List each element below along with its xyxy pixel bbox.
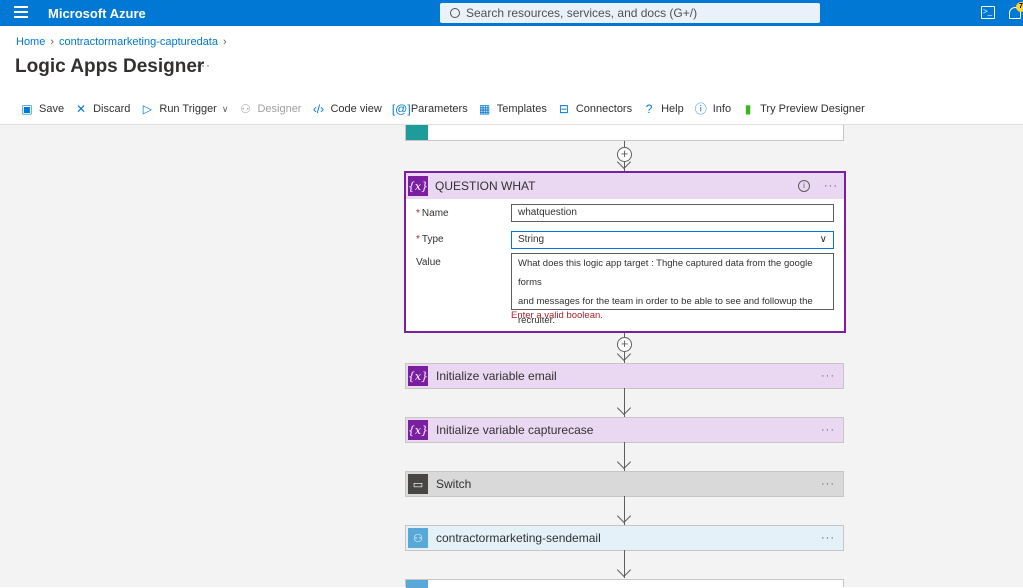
designer-icon: ⚇ [240, 102, 251, 116]
more-options-button[interactable]: ··· [821, 370, 835, 382]
save-button[interactable]: ▣ Save [20, 102, 64, 116]
info-icon[interactable]: i [798, 180, 810, 192]
try-preview-label: Try Preview Designer [760, 103, 865, 115]
discard-button[interactable]: ✕ Discard [74, 102, 130, 116]
templates-icon: ▦ [479, 102, 491, 116]
initialize-variable-email-card[interactable]: {x} Initialize variable email ··· [405, 363, 844, 389]
breadcrumb-resource[interactable]: contractormarketing-capturedata [59, 36, 218, 48]
breadcrumb-home[interactable]: Home [16, 36, 45, 48]
cloud-shell-icon[interactable]: >_ [981, 6, 995, 19]
variable-icon: {x} [408, 176, 428, 196]
action-title: contractormarketing-sendemail [436, 531, 601, 545]
name-field[interactable]: whatquestion [511, 204, 834, 222]
parameters-icon: [@] [391, 102, 411, 116]
search-icon [450, 8, 460, 18]
variable-icon: {x} [408, 420, 428, 440]
designer-button[interactable]: ⚇ Designer [238, 102, 301, 116]
notification-count-badge: 7 [1016, 2, 1023, 12]
info-icon: ⓘ [694, 102, 707, 116]
type-select[interactable]: String ∨ [511, 231, 834, 249]
validation-error: Enter a valid boolean. [511, 310, 603, 321]
page-title: Logic Apps Designer [15, 56, 205, 77]
azure-brand[interactable]: Microsoft Azure [48, 6, 146, 21]
run-trigger-button[interactable]: ▷ Run Trigger ∨ [140, 102, 229, 116]
breadcrumb-separator-icon: › [50, 36, 55, 48]
close-icon: ✕ [76, 102, 87, 116]
breadcrumb-separator-icon: › [222, 36, 227, 48]
azure-top-bar: Microsoft Azure Search resources, servic… [0, 0, 1023, 26]
templates-label: Templates [496, 103, 547, 115]
connectors-button[interactable]: ⊟ Connectors [557, 102, 632, 116]
search-placeholder: Search resources, services, and docs (G+… [466, 6, 698, 20]
logic-app-icon: ⚇ [408, 528, 428, 548]
help-label: Help [661, 103, 684, 115]
parameters-label: Parameters [410, 103, 468, 115]
name-label: * Name [416, 208, 449, 219]
designer-label: Designer [257, 103, 302, 115]
previous-action-icon [406, 125, 428, 140]
code-icon: ‹/› [312, 102, 325, 116]
hamburger-menu-icon[interactable] [14, 6, 28, 20]
breadcrumb: Home › contractormarketing-capturedata › [16, 36, 232, 48]
help-icon: ? [645, 102, 653, 116]
run-trigger-label: Run Trigger [159, 103, 217, 115]
code-view-button[interactable]: ‹/› Code view [311, 102, 382, 116]
connectors-icon: ⊟ [558, 102, 569, 116]
value-field[interactable]: What does this logic app target : Thghe … [511, 253, 834, 326]
info-label: Info [712, 103, 732, 115]
chevron-down-icon: ∨ [819, 234, 827, 245]
save-icon: ▣ [21, 102, 33, 116]
templates-button[interactable]: ▦ Templates [478, 102, 547, 116]
more-options-button[interactable]: ··· [821, 478, 835, 490]
play-icon: ▷ [142, 102, 152, 116]
save-label: Save [39, 103, 65, 115]
type-value: String [518, 234, 545, 245]
more-options-button[interactable]: ··· [821, 532, 835, 544]
designer-toolbar: ▣ Save ✕ Discard ▷ Run Trigger ∨ ⚇ Designer ‹… [20, 100, 875, 118]
initialize-variable-capturecase-card[interactable]: {x} Initialize variable capturecase ··· [405, 417, 844, 443]
info-button[interactable]: ⓘ Info [694, 102, 731, 116]
code-view-label: Code view [330, 103, 382, 115]
action-title: Initialize variable email [436, 369, 557, 383]
bookmark-icon: ▮ [744, 102, 752, 116]
help-button[interactable]: ? Help [642, 102, 684, 116]
sendemail-workflow-card[interactable]: ⚇ contractormarketing-sendemail ··· [405, 525, 844, 551]
discard-label: Discard [93, 103, 131, 115]
try-preview-designer-button[interactable]: ▮ Try Preview Designer [741, 102, 865, 116]
global-search-input[interactable]: Search resources, services, and docs (G+… [440, 3, 820, 23]
more-options-button[interactable]: ··· [821, 424, 835, 436]
variable-icon: {x} [408, 366, 428, 386]
question-what-header[interactable]: {x} QUESTION WHAT i ··· [406, 173, 844, 199]
action-title: Switch [436, 477, 472, 491]
switch-card[interactable]: ▭ Switch ··· [405, 471, 844, 497]
parameters-button[interactable]: [@] Parameters [392, 102, 468, 116]
chevron-down-icon: ∨ [221, 103, 229, 114]
switch-icon: ▭ [408, 474, 428, 494]
question-what-action-card[interactable]: {x} QUESTION WHAT i ··· * Name whatquesti… [404, 171, 846, 333]
notifications-button[interactable]: 7 [1009, 2, 1023, 21]
next-action-card[interactable] [405, 579, 844, 588]
more-options-button[interactable]: ··· [824, 180, 838, 192]
title-more-button[interactable]: ··· [196, 58, 211, 72]
value-line: What does this logic app target : Thghe … [518, 258, 813, 288]
value-line: and messages for the team in order to be… [518, 296, 813, 307]
action-title: Initialize variable capturecase [436, 423, 594, 437]
value-label: Value [416, 257, 441, 268]
connectors-label: Connectors [575, 103, 633, 115]
action-title[interactable]: QUESTION WHAT [435, 179, 535, 193]
type-label: * Type [416, 234, 444, 245]
previous-action-card[interactable] [405, 125, 844, 141]
